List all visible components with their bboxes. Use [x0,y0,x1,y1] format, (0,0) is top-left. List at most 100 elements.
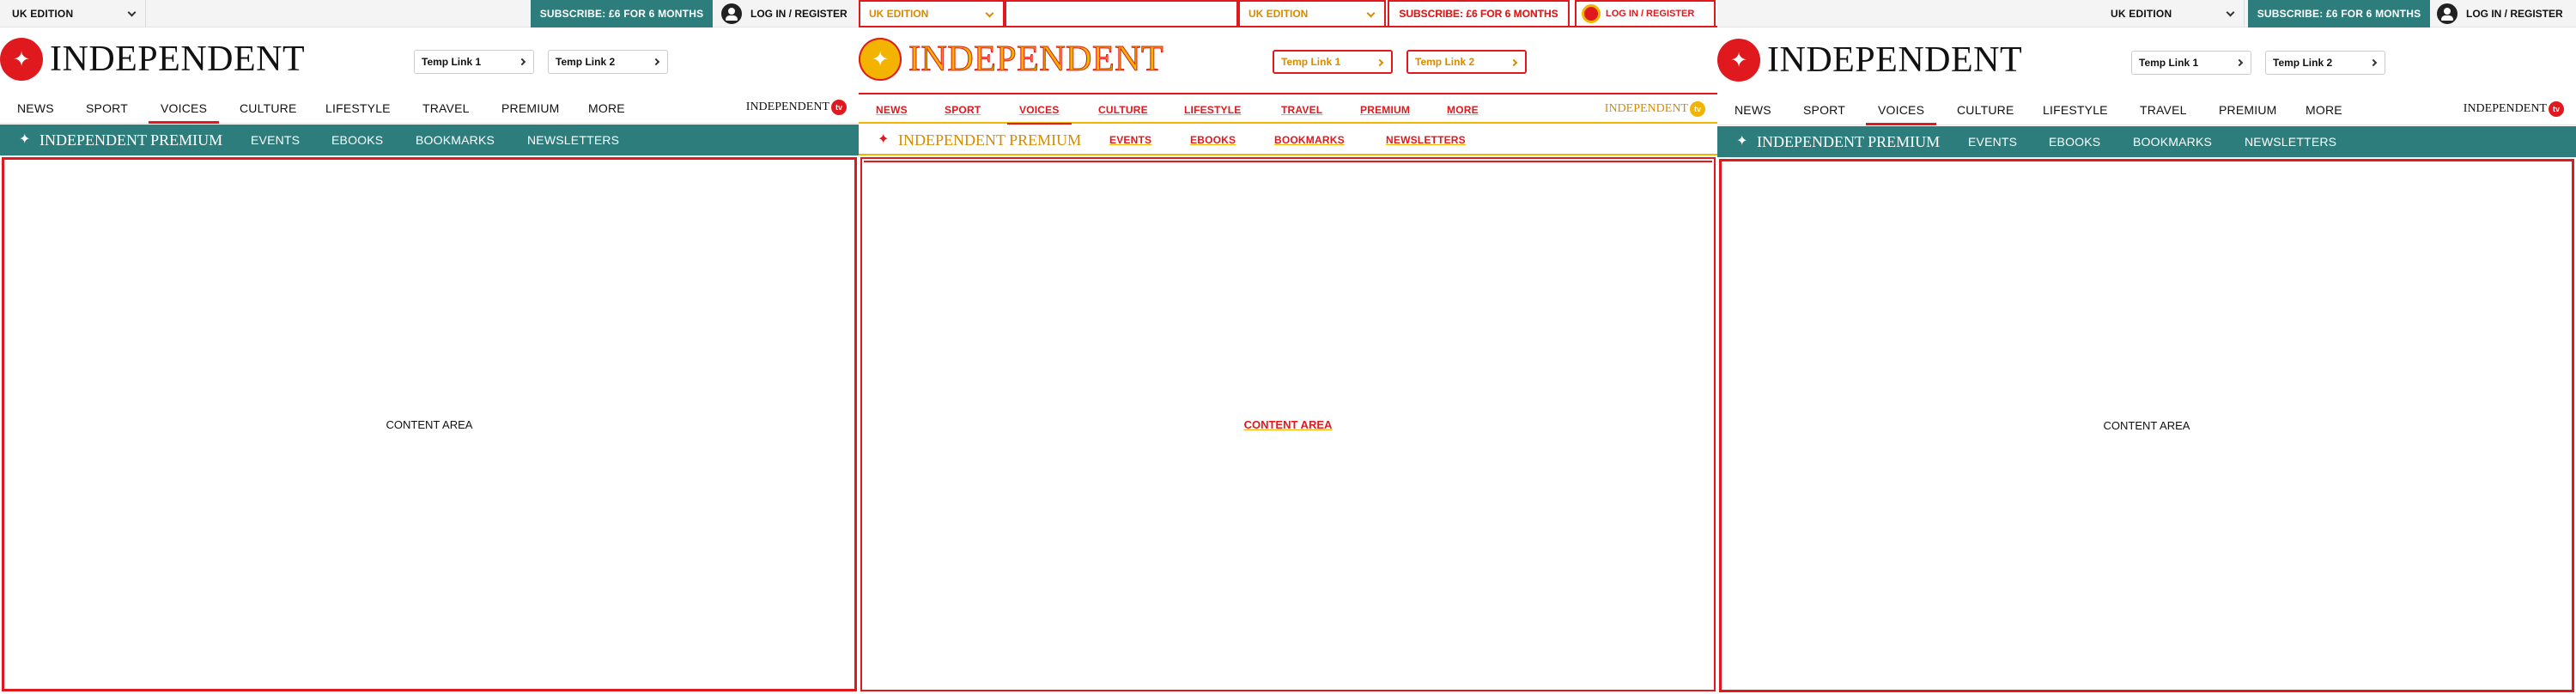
nav-item-lifestyle[interactable]: LIFESTYLE [2043,94,2108,125]
panel-middle-overlay: UK EDITION UK EDITION SUBSCRIBE: £6 FOR … [859,0,1717,694]
temp-link-1[interactable]: Temp Link 1 [414,50,534,74]
subscribe-button[interactable]: SUBSCRIBE: £6 FOR 6 MONTHS [2248,0,2430,27]
independent-tv-link[interactable]: INDEPENDENT tv [1605,101,1705,117]
premium-wordmark: INDEPENDENT PREMIUM [1757,133,1941,150]
site-logo[interactable]: INDEPENDENT [1717,39,2022,82]
login-register-link[interactable]: LOG IN / REGISTER [2437,0,2563,27]
nav-item-news[interactable]: NEWS [17,93,54,124]
login-label: LOG IN / REGISTER [2466,8,2563,20]
nav-item-news[interactable]: NEWS [876,94,908,125]
subscribe-button[interactable]: SUBSCRIBE: £6 FOR 6 MONTHS [1388,0,1570,27]
premium-item-bookmarks[interactable]: BOOKMARKS [2133,126,2212,157]
nav-item-travel[interactable]: TRAVEL [422,93,470,124]
premium-bar: INDEPENDENT PREMIUM EVENTS EBOOKS BOOKMA… [0,125,859,155]
premium-item-ebooks[interactable]: EBOOKS [2049,126,2100,157]
temp-link-2[interactable]: Temp Link 2 [548,50,668,74]
content-area: CONTENT AREA [2,157,857,691]
nav-item-sport[interactable]: SPORT [945,94,981,125]
site-logo[interactable]: INDEPENDENT [859,38,1163,81]
premium-item-events[interactable]: EVENTS [1109,125,1151,155]
nav-item-sport[interactable]: SPORT [86,93,128,124]
edition-selector[interactable]: UK EDITION [859,0,1005,27]
chevron-right-icon [1510,58,1518,67]
temp-link-1[interactable]: Temp Link 1 [1273,50,1393,74]
topbar: UK EDITION SUBSCRIBE: £6 FOR 6 MONTHS LO… [1717,0,2576,27]
premium-logo[interactable]: INDEPENDENT PREMIUM [17,131,222,149]
independent-tv-link[interactable]: INDEPENDENT tv [2464,101,2564,117]
temp-link-label: Temp Link 1 [1281,56,1341,68]
eagle-icon [859,38,902,81]
edition-spacer [1005,0,1238,27]
premium-item-bookmarks[interactable]: BOOKMARKS [1274,125,1345,155]
nav-item-travel[interactable]: TRAVEL [1281,94,1322,125]
temp-link-1[interactable]: Temp Link 1 [2131,51,2251,75]
subscribe-button[interactable]: SUBSCRIBE: £6 FOR 6 MONTHS [531,0,713,27]
premium-item-newsletters[interactable]: NEWSLETTERS [1386,125,1466,155]
edition-selector[interactable]: UK EDITION [2099,0,2245,27]
login-register-link[interactable]: LOG IN / REGISTER [1575,0,1716,27]
nav-item-voices[interactable]: VOICES [148,93,220,124]
header: INDEPENDENT Temp Link 1 Temp Link 2 [0,27,859,93]
nav-item-culture[interactable]: CULTURE [240,93,296,124]
nav-item-voices[interactable]: VOICES [1007,94,1071,125]
premium-item-events[interactable]: EVENTS [251,125,300,155]
nav-item-premium[interactable]: PREMIUM [1360,94,1410,125]
chevron-right-icon [1376,58,1384,67]
nav-item-lifestyle[interactable]: LIFESTYLE [1184,94,1241,125]
independent-tv-link[interactable]: INDEPENDENT tv [746,100,847,115]
header: INDEPENDENT Temp Link 1 Temp Link 2 [1717,28,2576,94]
premium-item-ebooks[interactable]: EBOOKS [1190,125,1236,155]
chevron-down-icon [2226,8,2235,17]
temp-link-label: Temp Link 2 [2273,57,2333,69]
nav-item-sport[interactable]: SPORT [1803,94,1845,125]
user-icon [2437,3,2458,24]
nav-item-culture[interactable]: CULTURE [1957,94,2014,125]
eagle-icon [17,131,34,149]
nav-item-more[interactable]: MORE [2306,94,2342,125]
premium-item-newsletters[interactable]: NEWSLETTERS [2245,126,2336,157]
eagle-icon [0,38,43,81]
nav-item-voices[interactable]: VOICES [1865,94,1937,125]
edition-selector[interactable]: UK EDITION [0,0,146,27]
content-area: CONTENT AREA [860,157,1716,691]
temp-link-2[interactable]: Temp Link 2 [2265,51,2385,75]
nav-item-culture[interactable]: CULTURE [1098,94,1148,125]
premium-logo[interactable]: INDEPENDENT PREMIUM [1735,132,1941,151]
login-register-link[interactable]: LOG IN / REGISTER [721,0,848,27]
edition-selector-secondary[interactable]: UK EDITION [1238,0,1386,27]
temp-link-2[interactable]: Temp Link 2 [1406,50,1527,74]
nav-item-news[interactable]: NEWS [1735,94,1771,125]
panel-left: UK EDITION SUBSCRIBE: £6 FOR 6 MONTHS LO… [0,0,859,694]
edition-label: UK EDITION [1249,8,1309,20]
tv-wordmark: INDEPENDENT [1604,102,1688,115]
temp-link-label: Temp Link 1 [2139,57,2199,69]
nav-item-premium[interactable]: PREMIUM [501,93,560,124]
site-logo[interactable]: INDEPENDENT [0,38,305,81]
premium-item-newsletters[interactable]: NEWSLETTERS [527,125,619,155]
nav-item-lifestyle[interactable]: LIFESTYLE [325,93,391,124]
user-icon [1582,4,1601,23]
login-label: LOG IN / REGISTER [750,8,848,20]
premium-item-events[interactable]: EVENTS [1968,126,2017,157]
premium-bar: INDEPENDENT PREMIUM EVENTS EBOOKS BOOKMA… [859,125,1717,155]
chevron-right-icon [518,58,526,66]
tv-badge-icon: tv [2549,101,2564,117]
chevron-right-icon [2235,58,2244,67]
nav-item-travel[interactable]: TRAVEL [2140,94,2187,125]
premium-logo[interactable]: INDEPENDENT PREMIUM [876,131,1081,149]
eagle-icon [1717,39,1760,82]
temp-link-label: Temp Link 1 [422,56,482,68]
logo-wordmark: INDEPENDENT [1767,40,2023,80]
login-label: LOG IN / REGISTER [1606,9,1695,19]
premium-wordmark: INDEPENDENT PREMIUM [39,131,223,149]
nav-item-more[interactable]: MORE [1447,94,1479,125]
temp-link-label: Temp Link 2 [556,56,616,68]
tv-wordmark: INDEPENDENT [745,100,829,113]
premium-item-ebooks[interactable]: EBOOKS [331,125,383,155]
nav-item-more[interactable]: MORE [588,93,625,124]
content-area: CONTENT AREA [1719,159,2574,692]
edition-label: UK EDITION [869,8,929,20]
premium-item-bookmarks[interactable]: BOOKMARKS [416,125,495,155]
chevron-down-icon [127,8,137,17]
nav-item-premium[interactable]: PREMIUM [2219,94,2277,125]
